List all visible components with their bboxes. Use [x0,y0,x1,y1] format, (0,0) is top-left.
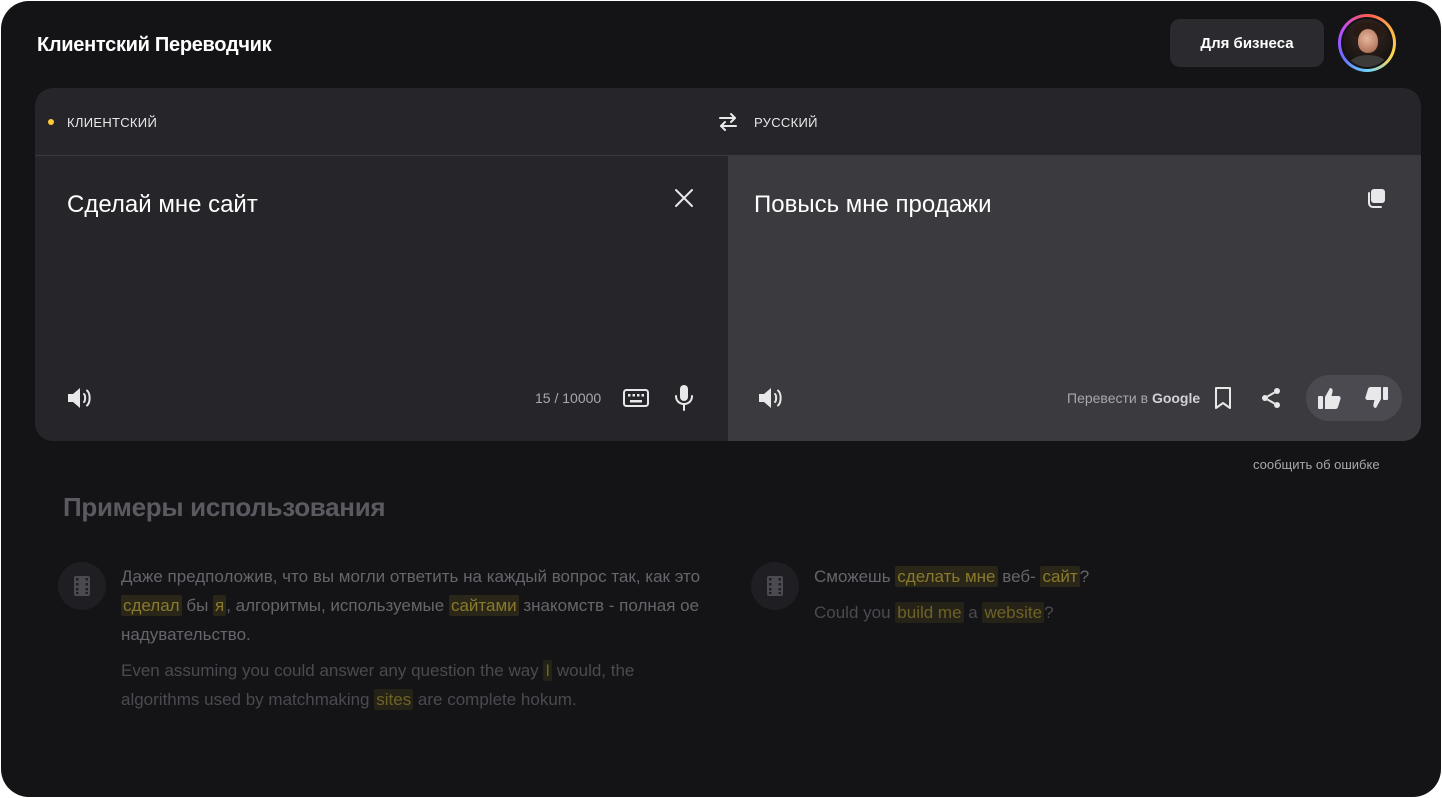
target-pane: Повысь мне продажи Перевести в Google [728,156,1421,441]
translator-card: КЛИЕНТСКИЙ РУССКИЙ Сделай мне сайт 15 / … [35,88,1421,441]
example-text-segment: бы [181,596,214,615]
copy-icon[interactable] [1364,186,1388,210]
avatar[interactable] [1338,14,1396,72]
translation-output: Повысь мне продажи [754,191,992,218]
example-1-source: Даже предположив, что вы могли ответить … [121,562,711,649]
example-text-segment: Сможешь [814,567,896,586]
microphone-icon[interactable] [673,384,695,412]
app-title: Клиентский Переводчик [37,34,272,56]
language-bar: КЛИЕНТСКИЙ РУССКИЙ [35,88,1421,156]
example-text-segment: ? [1044,603,1054,622]
swap-arrows-icon[interactable] [716,110,740,134]
keyboard-icon[interactable] [623,387,649,409]
example-text-segment: Even assuming you could answer any quest… [121,661,544,680]
example-2-source: Сможешь сделать мне веб- сайт? [814,562,1374,591]
example-text-segment: , алгоритмы, используемые [226,596,449,615]
google-link-prefix: Перевести в [1067,390,1152,406]
highlighted-word: сделать мне [895,566,998,587]
bookmark-icon[interactable] [1212,385,1234,411]
source-text-input[interactable]: Сделай мне сайт [67,191,258,219]
example-text-segment: a [963,603,983,622]
thumbs-up-icon[interactable] [1316,385,1344,411]
examples-heading: Примеры использования [63,492,386,522]
example-text-segment: веб- [997,567,1041,586]
example-1-translation: Even assuming you could answer any quest… [121,656,711,714]
example-text-segment: Даже предположив, что вы могли ответить … [121,567,701,586]
for-business-button[interactable]: Для бизнеса [1170,19,1324,67]
highlighted-word: I [543,660,553,681]
source-language-select[interactable]: КЛИЕНТСКИЙ [67,115,157,130]
film-icon [58,562,106,610]
avatar-photo [1343,19,1391,67]
highlighted-word: website [982,602,1045,623]
share-icon[interactable] [1258,385,1284,411]
highlighted-word: сайт [1040,566,1080,587]
source-lang-indicator [48,119,54,125]
source-pane: Сделай мне сайт 15 / 10000 [35,156,728,441]
close-icon[interactable] [671,185,697,211]
avatar-shoulders [1349,55,1387,67]
highlighted-word: сделал [121,595,182,616]
google-link-brand: Google [1151,390,1201,406]
target-language-select[interactable]: РУССКИЙ [754,115,818,130]
example-text-segment: Could you [814,603,896,622]
translate-in-google-link[interactable]: Перевести в Google [1067,390,1200,406]
speaker-icon[interactable] [756,384,786,412]
report-error-link[interactable]: сообщить об ошибке [1253,457,1380,472]
film-icon [751,562,799,610]
avatar-face [1358,29,1378,53]
speaker-icon[interactable] [65,384,95,412]
example-2-translation: Could you build me a website? [814,598,1374,627]
app-window: Клиентский Переводчик Для бизнеса КЛИЕНТ… [1,1,1441,797]
thumbs-down-icon[interactable] [1362,385,1390,411]
character-counter: 15 / 10000 [535,390,602,406]
example-text-segment: are complete hokum. [413,690,577,709]
highlighted-word: sites [374,689,414,710]
highlighted-word: я [213,595,227,616]
feedback-group [1306,375,1402,421]
example-text-segment: ? [1079,567,1090,586]
highlighted-word: сайтами [448,595,519,616]
highlighted-word: build me [895,602,964,623]
avatar-frame [1341,17,1393,69]
